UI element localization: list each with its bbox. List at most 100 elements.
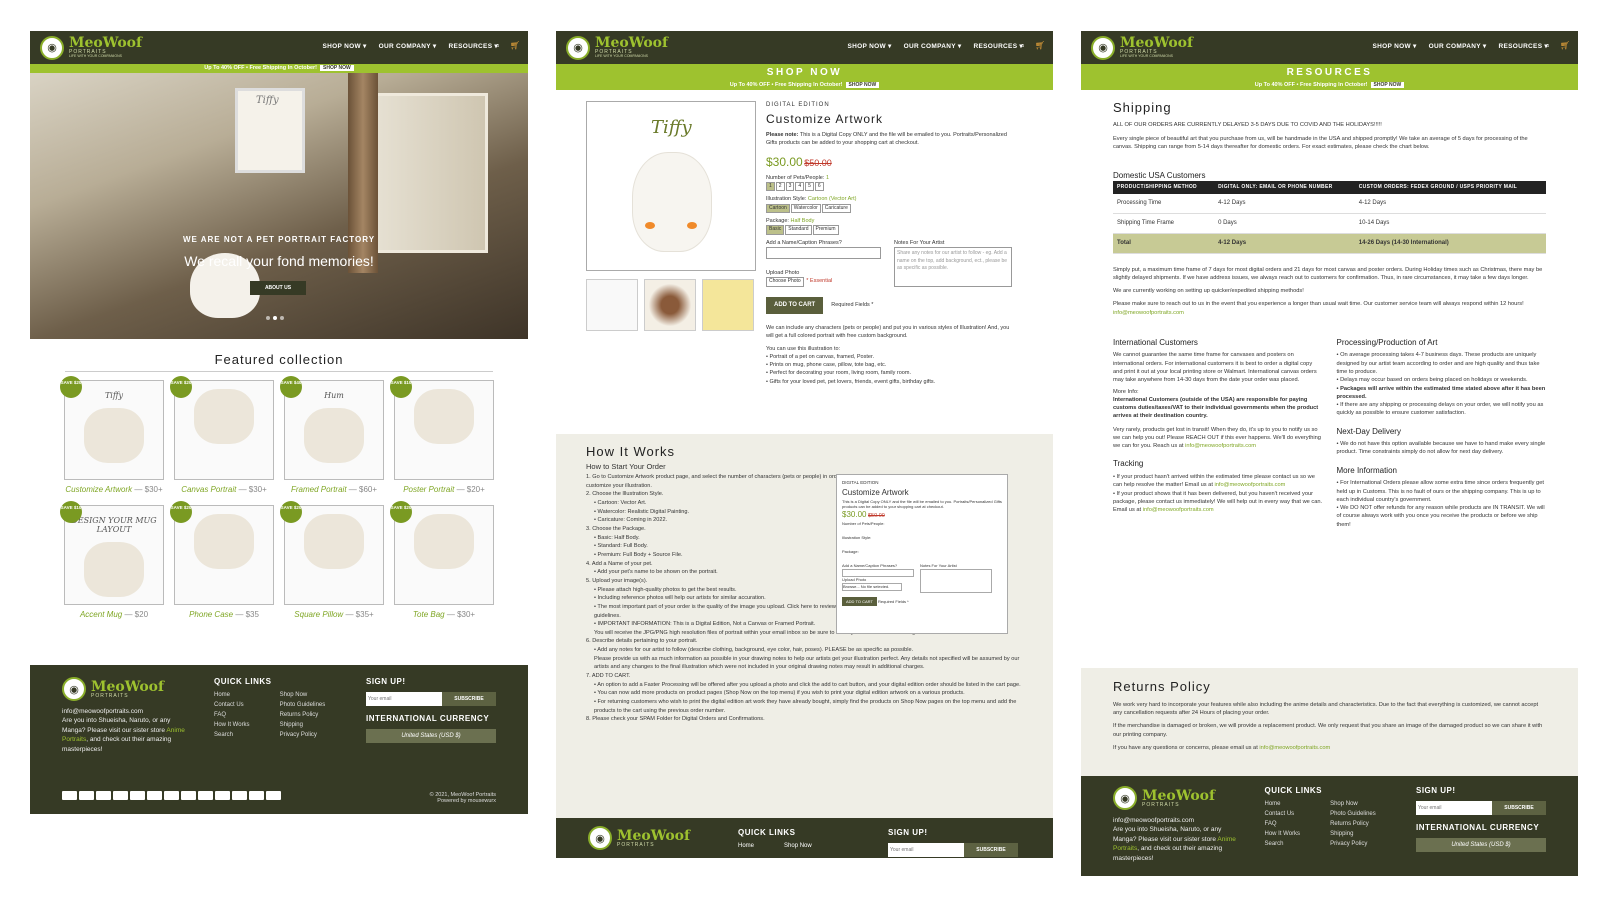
thumbnail-2[interactable] <box>644 279 696 331</box>
option-button[interactable]: Standard <box>785 225 812 235</box>
footer-link[interactable]: Shipping <box>1330 831 1376 837</box>
footer-link[interactable]: Search <box>214 732 250 738</box>
nav-resources[interactable]: RESOURCES ▾ <box>973 42 1023 50</box>
cart-icon[interactable]: 🛒︎ <box>1035 41 1045 51</box>
choose-photo-button[interactable]: Choose Photo <box>766 277 804 287</box>
currency-select[interactable]: United States (USD $) <box>366 729 496 743</box>
subscribe-button[interactable]: SUBSCRIBE <box>442 692 496 706</box>
product-name[interactable]: Customize Artwork <box>65 485 132 494</box>
email-link[interactable]: info@meowoofportraits.com <box>1113 310 1184 316</box>
footer-link[interactable]: Home <box>214 692 250 698</box>
nav-shop-now[interactable]: SHOP NOW ▾ <box>848 42 892 50</box>
promo-shop-button[interactable]: SHOP NOW <box>845 82 880 88</box>
product-image[interactable]: DESIGN YOUR MUG LAYOUT <box>64 505 164 606</box>
option-button[interactable]: 5 <box>805 181 814 192</box>
thumbnail-1[interactable] <box>586 279 638 331</box>
option-button[interactable]: Basic <box>766 225 785 235</box>
footer-link[interactable]: Privacy Policy <box>280 732 326 738</box>
artist-notes-input[interactable]: Share any notes for our artist to follow… <box>894 247 1012 287</box>
nav-our-company[interactable]: OUR COMPANY ▾ <box>379 42 437 50</box>
product-name[interactable]: Poster Portrait <box>403 485 454 494</box>
footer-link[interactable]: FAQ <box>214 712 250 718</box>
mini-browse-button[interactable]: Browse... <box>843 584 860 589</box>
product-image[interactable] <box>174 505 274 606</box>
option-button[interactable]: Premium <box>812 225 839 235</box>
option-button[interactable]: 4 <box>795 181 805 192</box>
product-name[interactable]: Canvas Portrait <box>181 485 236 494</box>
cart-icon[interactable]: 🛒︎ <box>510 41 520 51</box>
footer-logo[interactable]: ◉ MeoWoof PORTRAITS <box>588 826 698 850</box>
option-button[interactable]: Watercolor <box>790 203 821 213</box>
footer-link[interactable]: Returns Policy <box>280 712 326 718</box>
nav-our-company[interactable]: OUR COMPANY ▾ <box>1429 42 1487 50</box>
search-icon[interactable]: ⌕ <box>1020 41 1024 51</box>
email-link[interactable]: info@meowoofportraits.com <box>1215 482 1286 488</box>
product-image[interactable] <box>174 380 274 480</box>
nav-shop-now[interactable]: SHOP NOW ▾ <box>1373 42 1417 50</box>
email-link[interactable]: info@meowoofportraits.com <box>1185 443 1256 449</box>
option-button[interactable]: 3 <box>785 181 795 192</box>
cart-icon[interactable]: 🛒︎ <box>1560 41 1570 51</box>
product-image[interactable] <box>394 380 494 480</box>
email-input[interactable] <box>888 843 964 857</box>
product-image[interactable]: Hum <box>284 380 384 480</box>
footer-link[interactable]: Photo Guidelines <box>280 702 326 708</box>
footer-link[interactable]: Contact Us <box>214 702 250 708</box>
product-card[interactable]: SAVE $20 Tote Bag — $30+ <box>390 501 494 620</box>
product-name[interactable]: Phone Case <box>189 610 233 619</box>
footer-link[interactable]: FAQ <box>1265 821 1301 827</box>
email-input[interactable] <box>366 692 442 706</box>
product-card[interactable]: SAVE $10 DESIGN YOUR MUG LAYOUT Accent Mug… <box>60 501 164 620</box>
footer-link[interactable]: How It Works <box>214 722 250 728</box>
logo[interactable]: ◉ MeoWoof PORTRAITS LIFE WITH YOUR COMPANI… <box>566 35 668 60</box>
product-image[interactable] <box>284 505 384 606</box>
email-link[interactable]: info@meowoofportraits.com <box>1143 507 1214 513</box>
product-image[interactable]: Tiffy <box>64 380 164 480</box>
product-card[interactable]: SAVE $10 Poster Portrait — $20+ <box>390 376 494 495</box>
footer-email[interactable]: info@meowoofportraits.com <box>62 707 190 716</box>
logo[interactable]: ◉ MeoWoof PORTRAITS LIFE WITH YOUR COMPA… <box>40 35 142 60</box>
subscribe-button[interactable]: SUBSCRIBE <box>964 843 1018 857</box>
currency-select[interactable]: United States (USD $) <box>1416 838 1546 852</box>
product-card[interactable]: SAVE $40 Hum Framed Portrait — $60+ <box>280 376 384 495</box>
footer-link[interactable]: How It Works <box>1265 831 1301 837</box>
email-input[interactable] <box>1416 801 1492 815</box>
footer-logo[interactable]: ◉ MeoWoof PORTRAITS <box>1113 786 1241 810</box>
footer-email[interactable]: info@meowoofportraits.com <box>1113 816 1241 825</box>
promo-shop-button[interactable]: SHOP NOW <box>320 65 354 71</box>
option-button[interactable]: Caricature <box>821 203 851 213</box>
product-name[interactable]: Framed Portrait <box>291 485 347 494</box>
nav-resources[interactable]: RESOURCES ▾ <box>1498 42 1548 50</box>
subscribe-button[interactable]: SUBSCRIBE <box>1492 801 1546 815</box>
nav-resources[interactable]: RESOURCES ▾ <box>448 42 498 50</box>
option-button[interactable]: 2 <box>775 181 785 192</box>
option-button[interactable]: Cartoon <box>766 203 790 213</box>
option-button[interactable]: 6 <box>814 181 824 192</box>
nav-shop-now[interactable]: SHOP NOW ▾ <box>323 42 367 50</box>
name-input[interactable] <box>766 247 881 259</box>
option-button[interactable]: 1 <box>766 181 775 192</box>
nav-our-company[interactable]: OUR COMPANY ▾ <box>904 42 962 50</box>
powered-by[interactable]: Powered by mousewurx <box>430 798 496 804</box>
about-us-button[interactable]: ABOUT US <box>250 281 306 295</box>
mini-add-to-cart[interactable]: ADD TO CART <box>842 597 877 607</box>
search-icon[interactable]: ⌕ <box>1545 41 1549 51</box>
product-name[interactable]: Accent Mug <box>80 610 122 619</box>
footer-link-home[interactable]: Home <box>738 843 754 849</box>
logo[interactable]: ◉ MeoWoof PORTRAITS LIFE WITH YOUR COMPANIO… <box>1091 35 1193 60</box>
footer-logo[interactable]: ◉ MeoWoof PORTRAITS <box>62 677 190 701</box>
product-image[interactable] <box>394 505 494 606</box>
add-to-cart-button[interactable]: ADD TO CART <box>766 297 824 314</box>
promo-shop-button[interactable]: SHOP NOW <box>1370 82 1405 88</box>
product-card[interactable]: SAVE $20 Canvas Portrait — $30+ <box>170 376 274 495</box>
footer-link[interactable]: Shop Now <box>280 692 326 698</box>
product-name[interactable]: Square Pillow <box>294 610 343 619</box>
product-card[interactable]: SAVE $20 Tiffy Customize Artwork — $30+ <box>60 376 164 495</box>
thumbnail-3[interactable] <box>702 279 754 331</box>
product-card[interactable]: SAVE $20 Phone Case — $35 <box>170 501 274 620</box>
search-icon[interactable]: ⌕ <box>495 41 499 51</box>
footer-link[interactable]: Shipping <box>280 722 326 728</box>
slider-dots[interactable] <box>266 316 284 320</box>
footer-link[interactable]: Shop Now <box>1330 801 1376 807</box>
footer-link[interactable]: Home <box>1265 801 1301 807</box>
